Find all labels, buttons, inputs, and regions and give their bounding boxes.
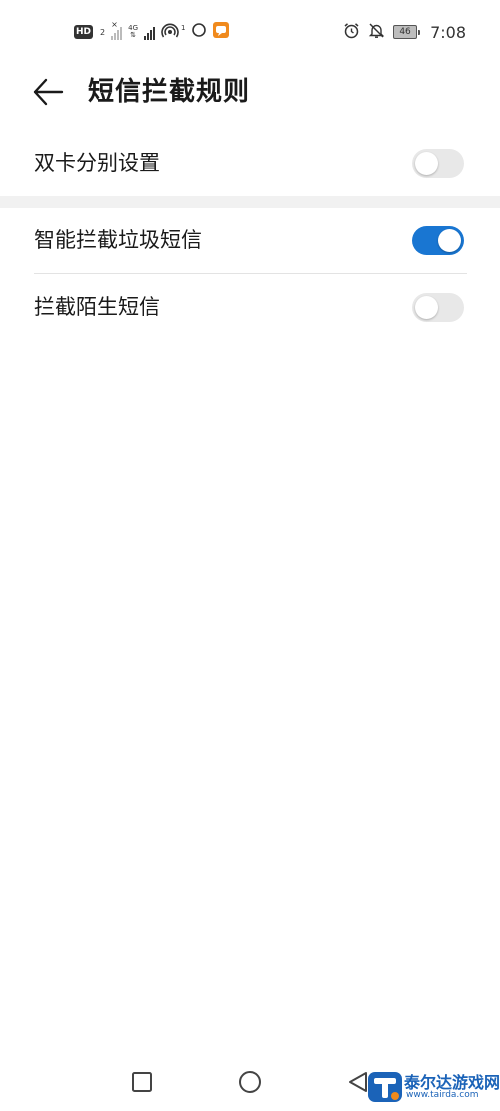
setting-row-dual-sim[interactable]: 双卡分别设置 [0,131,500,195]
site-watermark: 泰尔达游戏网 www.tairda.com [368,1066,500,1106]
hotspot-count: 1 [181,23,186,32]
status-bar-left: HD 2 × 4G ⇅ 1 [74,20,230,42]
setting-label-stranger-sms: 拦截陌生短信 [34,295,160,319]
setting-row-stranger-sms[interactable]: 拦截陌生短信 [0,275,500,339]
battery-cap [418,29,421,35]
network-type-icon: 4G ⇅ [128,25,138,39]
toggle-knob [415,152,438,175]
signal-strength-sim1-icon: × [111,20,123,40]
section-divider [0,196,500,208]
page-title: 短信拦截规则 [88,77,251,107]
data-arrows-icon: ⇅ [130,31,136,39]
hotspot-icon [161,22,181,42]
signal-strength-sim2-icon [144,24,155,40]
status-bar-right: 46 7:08 [343,20,466,44]
sync-ring-icon [191,22,207,42]
setting-row-smart-spam[interactable]: 智能拦截垃圾短信 [0,208,500,272]
home-button[interactable] [230,1062,270,1102]
back-button[interactable] [28,72,68,112]
triangle-left-icon [349,1072,367,1092]
alarm-clock-icon [343,22,360,43]
arrow-left-icon [33,78,64,106]
square-icon [132,1072,152,1092]
battery-icon: 46 [393,25,421,39]
clock-time: 7:08 [430,22,466,42]
setting-label-smart-spam: 智能拦截垃圾短信 [34,228,202,252]
battery-level: 46 [393,25,418,39]
smart-spam-toggle[interactable] [412,226,464,255]
circle-icon [239,1071,261,1093]
notifications-off-icon [368,22,385,43]
row-divider [34,273,467,274]
dual-sim-toggle[interactable] [412,149,464,178]
recent-apps-button[interactable] [122,1062,162,1102]
stranger-sms-toggle[interactable] [412,293,464,322]
sim2-label: 2 [100,27,106,37]
setting-label-dual-sim: 双卡分别设置 [34,151,160,175]
watermark-url: www.tairda.com [406,1090,479,1100]
toggle-knob [438,229,461,252]
app-header: 短信拦截规则 [0,62,500,122]
watermark-logo-icon [368,1072,402,1102]
toggle-knob [415,296,438,319]
status-bar: HD 2 × 4G ⇅ 1 46 7:08 [0,0,500,62]
hd-voice-icon: HD [74,25,94,39]
hd-badge-text: HD [76,27,92,37]
app-notification-icon [213,22,230,42]
